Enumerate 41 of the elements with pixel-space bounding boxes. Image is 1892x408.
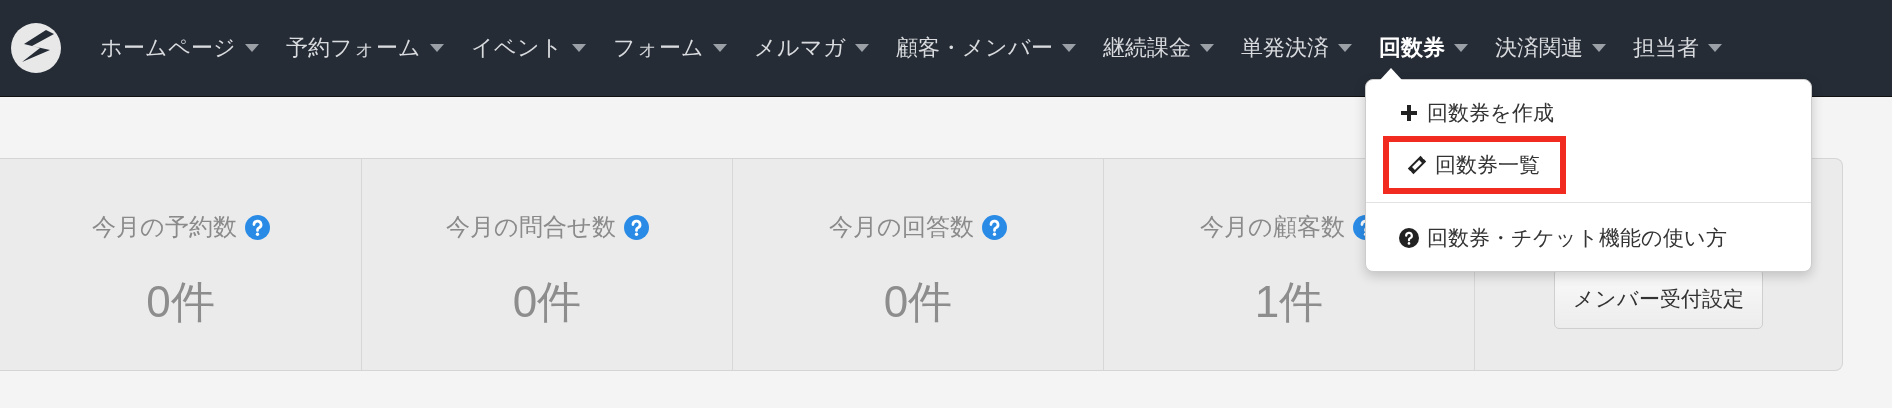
caret-icon	[1338, 44, 1352, 52]
nav-menu-item[interactable]: メルマガ	[754, 33, 869, 63]
stat-label: 今月の問合せ数	[445, 212, 616, 242]
nav-menu-item[interactable]: 予約フォーム	[286, 33, 444, 63]
nav-menu-item[interactable]: 顧客・メンバー	[896, 33, 1076, 63]
caret-icon	[1454, 44, 1468, 52]
stat-label: 今月の予約数	[91, 212, 237, 242]
dropdown-item[interactable]: 回数券・チケット機能の使い方	[1399, 215, 1727, 261]
caret-icon	[1062, 44, 1076, 52]
nav-menu-item[interactable]: フォーム	[613, 33, 727, 63]
caret-icon	[1200, 44, 1214, 52]
caret-icon	[1708, 44, 1722, 52]
caret-icon	[855, 44, 869, 52]
plus-icon	[1399, 103, 1419, 123]
help-icon[interactable]	[244, 214, 270, 240]
stat-label: 今月の回答数	[829, 212, 974, 242]
dropdown-item[interactable]: 回数券一覧	[1383, 136, 1566, 194]
member-settings-button[interactable]: メンバー受付設定	[1554, 269, 1763, 329]
help-icon[interactable]	[623, 214, 649, 240]
dropdown-item[interactable]: 回数券を作成	[1399, 90, 1554, 136]
nav-menu-item[interactable]: 単発決済	[1241, 33, 1352, 63]
ticket-icon	[1407, 155, 1427, 175]
nav-menu-item[interactable]: ホームページ	[100, 33, 259, 63]
nav-menu-item[interactable]: イベント	[471, 33, 586, 63]
caret-icon	[1592, 44, 1606, 52]
caret-icon	[430, 44, 444, 52]
stat-label: 今月の顧客数	[1200, 212, 1345, 242]
nav-menu-item[interactable]: 担当者	[1633, 33, 1722, 63]
caret-icon	[572, 44, 586, 52]
help-icon[interactable]	[982, 214, 1007, 240]
stat-value: 1件	[1254, 276, 1324, 328]
caret-icon	[713, 44, 727, 52]
stat-value: 0件	[146, 276, 215, 328]
stat-value: 0件	[883, 276, 953, 328]
nav-menu-item[interactable]: 回数券	[1379, 33, 1468, 63]
nav-menu-item[interactable]: 継続課金	[1103, 33, 1214, 63]
logo-icon[interactable]	[10, 22, 62, 74]
stat-value: 0件	[512, 276, 582, 328]
caret-icon	[245, 44, 259, 52]
help-icon	[1399, 228, 1419, 248]
nav-menu-item[interactable]: 決済関連	[1495, 33, 1606, 63]
